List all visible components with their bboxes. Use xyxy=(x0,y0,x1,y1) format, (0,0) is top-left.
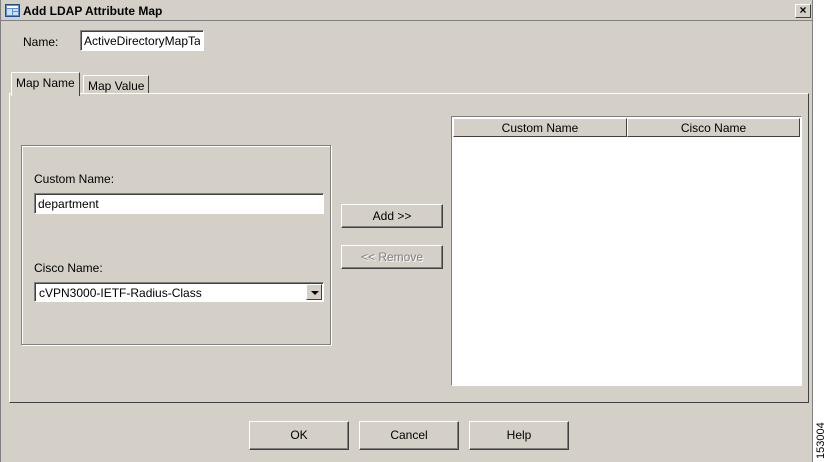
title-bar[interactable]: Add LDAP Attribute Map × xyxy=(1,0,812,21)
remove-button[interactable]: << Remove xyxy=(341,245,443,269)
add-button[interactable]: Add >> xyxy=(341,204,443,228)
name-label: Name: xyxy=(23,35,59,49)
cisco-name-selected-value: cVPN3000-IETF-Radius-Class xyxy=(39,286,202,300)
help-button[interactable]: Help xyxy=(469,421,569,450)
tab-map-value[interactable]: Map Value xyxy=(83,75,150,94)
table-header: Custom Name Cisco Name xyxy=(453,118,800,137)
cisco-name-select[interactable]: cVPN3000-IETF-Radius-Class xyxy=(34,282,324,302)
custom-name-input[interactable] xyxy=(34,193,324,214)
window-app-icon xyxy=(5,3,21,18)
window-title: Add LDAP Attribute Map xyxy=(23,4,163,18)
mapping-table[interactable]: Custom Name Cisco Name xyxy=(451,116,802,386)
ok-button[interactable]: OK xyxy=(249,421,349,450)
cancel-button[interactable]: Cancel xyxy=(359,421,459,450)
tab-map-name[interactable]: Map Name xyxy=(11,72,80,96)
column-header-custom-name[interactable]: Custom Name xyxy=(453,118,627,137)
column-header-cisco-name[interactable]: Cisco Name xyxy=(627,118,800,137)
cisco-name-label: Cisco Name: xyxy=(34,261,103,275)
name-input[interactable] xyxy=(80,30,204,51)
add-ldap-attribute-map-dialog: Add LDAP Attribute Map × Name: Map Name … xyxy=(0,0,813,462)
figure-number: 153004 xyxy=(815,422,827,459)
close-icon[interactable]: × xyxy=(795,4,811,18)
chevron-down-icon[interactable] xyxy=(306,284,322,300)
custom-name-label: Custom Name: xyxy=(34,172,115,186)
